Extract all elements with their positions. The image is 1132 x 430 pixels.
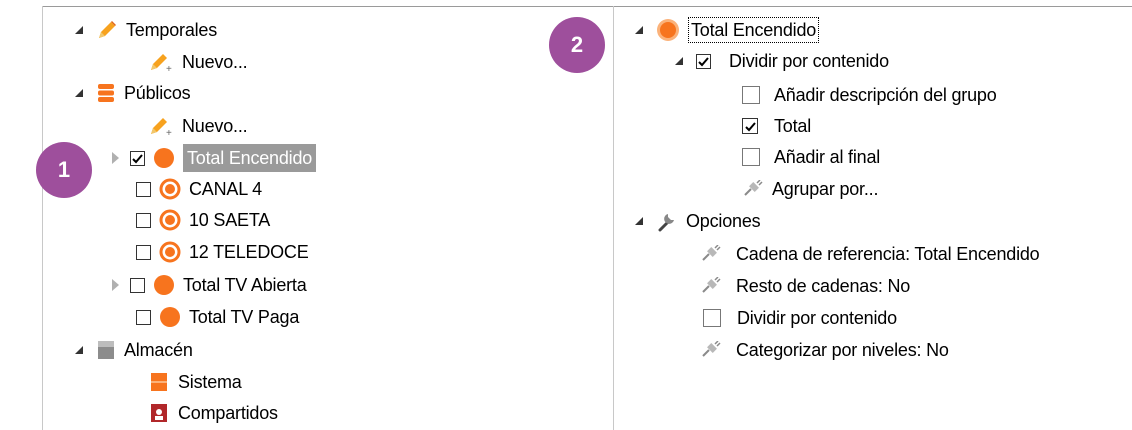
right-node-dividir-opciones[interactable]: Dividir por contenido — [703, 303, 897, 333]
tree-node-label: Añadir al final — [774, 146, 881, 167]
database-icon — [96, 82, 116, 104]
system-folder-icon — [148, 371, 170, 393]
plug-icon — [700, 341, 722, 359]
checkbox-total-tv-abierta[interactable] — [130, 277, 145, 293]
tree-node-almacen[interactable]: Almacén — [72, 335, 193, 365]
tree-node-total-tv-paga[interactable]: Total TV Paga — [136, 302, 299, 332]
tree-node-label: CANAL 4 — [189, 178, 262, 199]
tree-node-12-teledoce[interactable]: 12 TELEDOCE — [136, 237, 309, 267]
right-node-total[interactable]: Total — [742, 111, 811, 141]
wrench-icon — [656, 210, 678, 232]
checkbox-anadir-descripcion[interactable] — [742, 86, 760, 104]
tree-node-label: Públicos — [124, 82, 191, 103]
orange-ring-icon — [159, 178, 181, 200]
tree-node-label: Compartidos — [178, 402, 278, 423]
tree-node-10-saeta[interactable]: 10 SAETA — [136, 205, 270, 235]
new-pencil-icon: + — [148, 51, 174, 73]
tree-node-label: Opciones — [686, 210, 761, 231]
pencil-icon — [96, 19, 118, 41]
tree-node-label: Total Encendido — [183, 144, 317, 172]
checkbox-canal-4[interactable] — [136, 181, 151, 197]
expand-arrow-icon[interactable] — [72, 23, 86, 37]
orange-dot-icon — [656, 18, 680, 42]
tree-node-label: Categorizar por niveles: No — [736, 339, 949, 360]
svg-text:+: + — [166, 64, 172, 73]
orange-dot-icon — [153, 147, 175, 169]
step-badge-2: 2 — [549, 17, 605, 73]
orange-ring-icon — [159, 241, 181, 263]
tree-node-label: Dividir por contenido — [737, 307, 897, 328]
right-node-dividir[interactable]: Dividir por contenido — [672, 46, 889, 76]
tree-node-label: Almacén — [124, 339, 193, 360]
tree-node-publicos-nuevo[interactable]: + Nuevo... — [148, 111, 248, 141]
checkbox-dividir-por-contenido[interactable] — [696, 53, 711, 69]
expand-arrow-icon[interactable] — [72, 343, 86, 357]
shared-user-icon — [148, 402, 170, 424]
checkbox-anadir-al-final[interactable] — [742, 148, 760, 166]
orange-dot-icon — [159, 306, 181, 328]
tree-node-sistema[interactable]: Sistema — [148, 367, 242, 397]
tree-node-publicos[interactable]: Públicos — [72, 78, 191, 108]
tree-node-label: Nuevo... — [182, 51, 248, 72]
tree-node-label: Cadena de referencia: Total Encendido — [736, 243, 1040, 264]
tree-node-label: Nuevo... — [182, 115, 248, 136]
right-node-total-encendido[interactable]: Total Encendido — [632, 15, 820, 45]
checkbox-total-encendido[interactable] — [130, 150, 145, 166]
tree-node-label: Sistema — [178, 371, 242, 392]
collapsed-arrow-icon[interactable] — [108, 151, 122, 165]
tree-node-label: Total — [774, 115, 812, 136]
tree-node-label: Añadir descripción del grupo — [774, 84, 997, 105]
right-node-categorizar[interactable]: Categorizar por niveles: No — [700, 335, 949, 365]
tree-node-label: 12 TELEDOCE — [189, 241, 309, 262]
checkbox-total[interactable] — [742, 118, 758, 134]
tree-node-label: Resto de cadenas: No — [736, 275, 911, 296]
tree-node-temporales[interactable]: Temporales — [72, 15, 217, 45]
plug-icon — [700, 277, 722, 295]
expand-arrow-icon[interactable] — [672, 54, 686, 68]
right-node-opciones[interactable]: Opciones — [632, 206, 761, 236]
tree-node-label: 10 SAETA — [189, 209, 271, 230]
checkbox-dividir-opciones[interactable] — [703, 309, 721, 327]
tree-node-total-tv-abierta[interactable]: Total TV Abierta — [108, 270, 307, 300]
expand-arrow-icon[interactable] — [72, 86, 86, 100]
tree-node-canal-4[interactable]: CANAL 4 — [136, 174, 262, 204]
plug-icon — [742, 180, 764, 198]
checkbox-total-tv-paga[interactable] — [136, 309, 151, 325]
new-pencil-icon: + — [148, 115, 174, 137]
tree-node-label: Total TV Abierta — [183, 274, 307, 295]
collapsed-arrow-icon[interactable] — [108, 278, 122, 292]
tree-node-label: Total Encendido — [688, 17, 820, 43]
svg-text:+: + — [166, 128, 172, 137]
step-badge-1: 1 — [36, 142, 92, 198]
tree-node-temporales-nuevo[interactable]: + Nuevo... — [148, 47, 248, 77]
tree-node-label: Dividir por contenido — [729, 50, 889, 71]
checkbox-12-teledoce[interactable] — [136, 244, 151, 260]
right-node-agrupar[interactable]: Agrupar por... — [742, 174, 878, 204]
orange-ring-icon — [159, 209, 181, 231]
orange-dot-icon — [153, 274, 175, 296]
right-node-anadir-final[interactable]: Añadir al final — [742, 142, 880, 172]
tree-node-compartidos[interactable]: Compartidos — [148, 398, 278, 428]
expand-arrow-icon[interactable] — [632, 214, 646, 228]
plug-icon — [700, 245, 722, 263]
right-node-anadir-descripcion[interactable]: Añadir descripción del grupo — [742, 80, 997, 110]
tree-node-label: Agrupar por... — [772, 178, 879, 199]
tree-node-label: Total TV Paga — [189, 306, 300, 327]
tree-node-total-encendido[interactable]: Total Encendido — [108, 143, 317, 173]
storage-icon — [96, 339, 116, 361]
right-node-cadena-referencia[interactable]: Cadena de referencia: Total Encendido — [700, 239, 1040, 269]
right-node-resto-cadenas[interactable]: Resto de cadenas: No — [700, 271, 910, 301]
checkbox-10-saeta[interactable] — [136, 212, 151, 228]
expand-arrow-icon[interactable] — [632, 23, 646, 37]
tree-node-label: Temporales — [126, 19, 218, 40]
